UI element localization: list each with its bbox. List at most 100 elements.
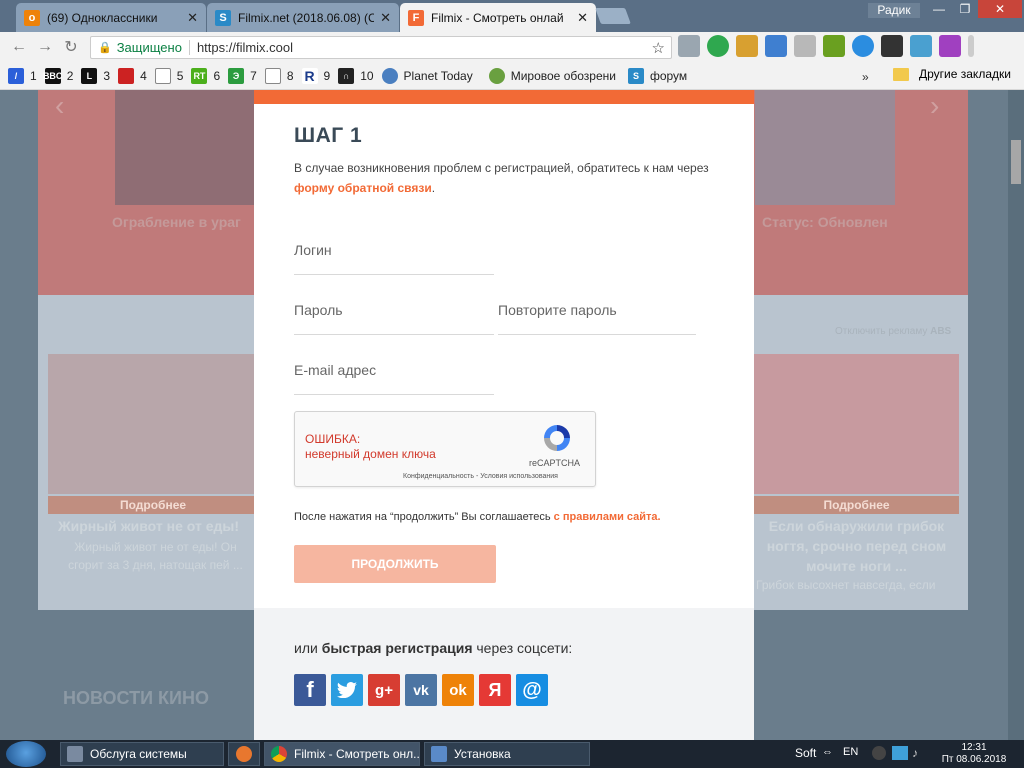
twitter-icon[interactable]	[331, 674, 363, 706]
restore-icon[interactable]: ❐	[952, 0, 978, 18]
reload-icon[interactable]: ↻	[58, 34, 84, 60]
extension-icon[interactable]	[707, 35, 729, 57]
bookmark-item[interactable]: R9	[301, 67, 330, 84]
close-icon[interactable]: ✕	[187, 10, 198, 26]
ad-text: Грибок высохнет навсегда, если	[756, 578, 936, 592]
chrome-menu-icon[interactable]	[968, 35, 974, 57]
tray-app-icon[interactable]	[872, 746, 886, 760]
bookmark-item[interactable]: Мировое обозрени	[488, 67, 616, 84]
bookmark-label: 6	[213, 68, 221, 83]
movie-poster[interactable]	[115, 90, 255, 205]
bookmark-star-icon[interactable]: ☆	[652, 39, 665, 57]
extension-icon[interactable]	[939, 35, 961, 57]
rt-icon: RT	[191, 67, 208, 84]
ad-title[interactable]: Если обнаружили грибок ногтя, срочно пер…	[754, 516, 959, 576]
bookmark-label: 7	[250, 68, 257, 83]
recaptcha-privacy-links[interactable]: Конфиденциальность - Условия использован…	[403, 473, 558, 480]
tray-soft[interactable]: Soft	[795, 746, 816, 760]
mailru-icon[interactable]: @	[516, 674, 548, 706]
odnoklassniki-icon[interactable]: ok	[442, 674, 474, 706]
password-input[interactable]: Пароль	[294, 298, 494, 335]
forward-icon[interactable]: →	[32, 34, 58, 60]
close-icon[interactable]: ✕	[577, 10, 588, 26]
vkontakte-icon[interactable]: vk	[405, 674, 437, 706]
firefox-icon	[236, 746, 252, 762]
bookmark-item[interactable]: RT 6	[191, 67, 221, 84]
intro-body: В случае возникновения проблем с регистр…	[294, 161, 709, 175]
profile-button[interactable]: Радик	[868, 3, 920, 18]
movie-title[interactable]: Статус: Обновлен	[762, 214, 888, 230]
odnoklassniki-icon: o	[24, 9, 40, 26]
step-title: ШАГ 1	[294, 124, 363, 147]
ad-image[interactable]	[754, 354, 959, 494]
login-input[interactable]: Логин	[294, 238, 494, 275]
google-plus-icon[interactable]: g+	[368, 674, 400, 706]
extension-icon[interactable]	[852, 35, 874, 57]
extension-icon[interactable]	[823, 35, 845, 57]
recaptcha-brand: reCAPTCHA	[529, 458, 581, 468]
taskbar-item[interactable]: Установка	[424, 742, 590, 766]
scrollbar-thumb[interactable]	[1011, 140, 1021, 184]
password-repeat-input[interactable]: Повторите пароль	[498, 298, 696, 335]
extension-icon[interactable]	[736, 35, 758, 57]
feedback-form-link[interactable]: форму обратной связи	[294, 181, 432, 195]
back-icon[interactable]: ←	[6, 34, 32, 60]
recaptcha-widget[interactable]: ОШИБКА: неверный домен ключа reCAPTCHA К…	[294, 411, 596, 487]
other-bookmarks[interactable]: Другие закладки	[893, 67, 1011, 81]
taskbar-item-chrome[interactable]: Filmix - Смотреть онл...	[264, 742, 420, 766]
bookmark-label: Мировое обозрени	[510, 68, 616, 83]
extension-icon[interactable]	[910, 35, 932, 57]
tab-title: Filmix.net (2018.06.08) (C	[238, 10, 375, 25]
extension-icon[interactable]	[678, 35, 700, 57]
bookmark-label: 4	[140, 68, 147, 83]
tab-filmix-net[interactable]: S Filmix.net (2018.06.08) (C ✕	[207, 3, 399, 32]
taskbar-item[interactable]	[228, 742, 260, 766]
window-close-icon[interactable]: ✕	[978, 0, 1022, 18]
bookmark-item[interactable]: 8	[264, 67, 294, 84]
continue-button[interactable]: ПРОДОЛЖИТЬ	[294, 545, 496, 583]
close-icon[interactable]: ✕	[380, 10, 391, 26]
movie-title[interactable]: Ограбление в ураг	[112, 214, 241, 230]
slider-prev-icon[interactable]: ‹	[55, 90, 64, 122]
tab-odnoklassniki[interactable]: o (69) Одноклассники ✕	[16, 3, 206, 32]
facebook-icon[interactable]: f	[294, 674, 326, 706]
bookmark-item[interactable]: 4	[118, 67, 147, 84]
system-clock[interactable]: 12:31 Пт 08.06.2018	[934, 742, 1014, 766]
bookmark-item[interactable]: /1	[8, 67, 37, 84]
minimize-icon[interactable]: —	[926, 0, 952, 18]
bookmark-item[interactable]: Sфорум	[627, 67, 687, 84]
tab-filmix-active[interactable]: F Filmix - Смотреть онлай ✕	[400, 3, 596, 32]
disable-ads-link[interactable]: Отключить рекламу ABS	[835, 326, 951, 337]
network-icon[interactable]	[892, 746, 908, 760]
yandex-icon[interactable]: Я	[479, 674, 511, 706]
more-button[interactable]: Подробнее	[48, 496, 258, 514]
email-input[interactable]: E-mail адрес	[294, 358, 494, 395]
taskbar-label: Filmix - Смотреть онл...	[294, 747, 420, 761]
bookmark-item[interactable]: 5	[154, 67, 183, 84]
new-tab-button[interactable]	[595, 8, 631, 24]
volume-icon[interactable]: ♪	[912, 746, 918, 760]
start-button-icon[interactable]	[6, 741, 46, 767]
more-button[interactable]: Подробнее	[754, 496, 959, 514]
slider-next-icon[interactable]: ›	[930, 90, 939, 122]
taskbar-item[interactable]: Обслуга системы	[60, 742, 224, 766]
bookmarks-overflow-button[interactable]: »	[862, 70, 869, 84]
bookmark-item[interactable]: L3	[81, 67, 110, 84]
bookmark-item[interactable]: BBC 2	[43, 67, 73, 84]
extension-icon[interactable]	[794, 35, 816, 57]
language-indicator[interactable]: EN	[843, 746, 858, 758]
tray-expand-icon[interactable]: ⇔	[822, 746, 833, 758]
social-caption: или быстрая регистрация через соцсети:	[294, 640, 572, 656]
ad-title[interactable]: Жирный живот не от еды!	[58, 516, 258, 536]
modal-accent-bar	[254, 90, 754, 104]
bookmark-item[interactable]: ∩ 10	[338, 67, 374, 84]
social-buttons: f g+ vk ok Я @	[294, 674, 548, 706]
ad-image[interactable]	[48, 354, 258, 494]
extension-icon[interactable]	[881, 35, 903, 57]
bookmark-item[interactable]: Э7	[228, 67, 257, 84]
bookmark-item[interactable]: Planet Today	[381, 67, 473, 84]
address-bar[interactable]: 🔒 Защищено https://filmix.cool ☆	[90, 36, 672, 59]
extension-icon[interactable]	[765, 35, 787, 57]
site-rules-link[interactable]: с правилами сайта.	[554, 511, 661, 523]
movie-poster[interactable]	[755, 90, 895, 205]
